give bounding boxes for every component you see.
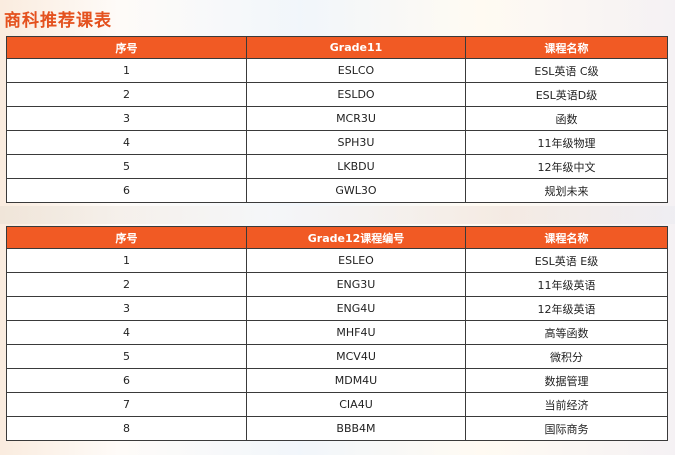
course-name: 函数 bbox=[465, 106, 668, 131]
course-code: MCV4U bbox=[246, 344, 466, 369]
row-index: 6 bbox=[6, 178, 247, 203]
header-course-code: Grade12课程编号 bbox=[246, 226, 466, 249]
row-index: 4 bbox=[6, 320, 247, 345]
course-name: 国际商务 bbox=[465, 416, 668, 441]
row-index: 7 bbox=[6, 392, 247, 417]
row-index: 2 bbox=[6, 272, 247, 297]
course-code: MHF4U bbox=[246, 320, 466, 345]
course-name: 11年级物理 bbox=[465, 130, 668, 155]
course-name: 11年级英语 bbox=[465, 272, 668, 297]
table-row: 4 SPH3U 11年级物理 bbox=[6, 130, 668, 155]
table-row: 2 ESLDO ESL英语D级 bbox=[6, 82, 668, 107]
row-index: 6 bbox=[6, 368, 247, 393]
table-row: 4 MHF4U 高等函数 bbox=[6, 320, 668, 345]
row-index: 5 bbox=[6, 154, 247, 179]
row-index: 8 bbox=[6, 416, 247, 441]
table-header-row: 序号 Grade11 课程名称 bbox=[6, 36, 668, 59]
course-code: ESLEO bbox=[246, 248, 466, 273]
table-row: 8 BBB4M 国际商务 bbox=[6, 416, 668, 441]
table-row: 2 ENG3U 11年级英语 bbox=[6, 272, 668, 297]
background-band bbox=[0, 206, 675, 224]
grade12-course-table: 序号 Grade12课程编号 课程名称 1 ESLEO ESL英语 E级 2 E… bbox=[6, 226, 668, 441]
course-code: CIA4U bbox=[246, 392, 466, 417]
header-course-name: 课程名称 bbox=[465, 36, 668, 59]
course-code: MCR3U bbox=[246, 106, 466, 131]
row-index: 2 bbox=[6, 82, 247, 107]
header-index: 序号 bbox=[6, 226, 247, 249]
table-row: 3 MCR3U 函数 bbox=[6, 106, 668, 131]
header-course-code: Grade11 bbox=[246, 36, 466, 59]
course-code: ENG3U bbox=[246, 272, 466, 297]
course-code: ENG4U bbox=[246, 296, 466, 321]
row-index: 1 bbox=[6, 58, 247, 83]
course-code: ESLCO bbox=[246, 58, 466, 83]
header-course-name: 课程名称 bbox=[465, 226, 668, 249]
page-title: 商科推荐课表 bbox=[4, 11, 112, 31]
course-name: 规划未来 bbox=[465, 178, 668, 203]
table-row: 6 MDM4U 数据管理 bbox=[6, 368, 668, 393]
table-row: 6 GWL3O 规划未来 bbox=[6, 178, 668, 203]
table-row: 3 ENG4U 12年级英语 bbox=[6, 296, 668, 321]
header-index: 序号 bbox=[6, 36, 247, 59]
course-code: SPH3U bbox=[246, 130, 466, 155]
course-name: 12年级中文 bbox=[465, 154, 668, 179]
course-name: 高等函数 bbox=[465, 320, 668, 345]
course-name: ESL英语 E级 bbox=[465, 248, 668, 273]
course-name: 12年级英语 bbox=[465, 296, 668, 321]
course-code: BBB4M bbox=[246, 416, 466, 441]
course-name: 微积分 bbox=[465, 344, 668, 369]
row-index: 4 bbox=[6, 130, 247, 155]
table-row: 1 ESLEO ESL英语 E级 bbox=[6, 248, 668, 273]
course-code: ESLDO bbox=[246, 82, 466, 107]
table-row: 5 LKBDU 12年级中文 bbox=[6, 154, 668, 179]
row-index: 5 bbox=[6, 344, 247, 369]
table-row: 5 MCV4U 微积分 bbox=[6, 344, 668, 369]
course-code: LKBDU bbox=[246, 154, 466, 179]
course-name: 当前经济 bbox=[465, 392, 668, 417]
row-index: 3 bbox=[6, 106, 247, 131]
row-index: 3 bbox=[6, 296, 247, 321]
table-row: 1 ESLCO ESL英语 C级 bbox=[6, 58, 668, 83]
table-header-row: 序号 Grade12课程编号 课程名称 bbox=[6, 226, 668, 249]
course-name: 数据管理 bbox=[465, 368, 668, 393]
course-code: GWL3O bbox=[246, 178, 466, 203]
grade11-course-table: 序号 Grade11 课程名称 1 ESLCO ESL英语 C级 2 ESLDO… bbox=[6, 36, 668, 203]
row-index: 1 bbox=[6, 248, 247, 273]
table-row: 7 CIA4U 当前经济 bbox=[6, 392, 668, 417]
course-name: ESL英语 C级 bbox=[465, 58, 668, 83]
course-code: MDM4U bbox=[246, 368, 466, 393]
course-name: ESL英语D级 bbox=[465, 82, 668, 107]
